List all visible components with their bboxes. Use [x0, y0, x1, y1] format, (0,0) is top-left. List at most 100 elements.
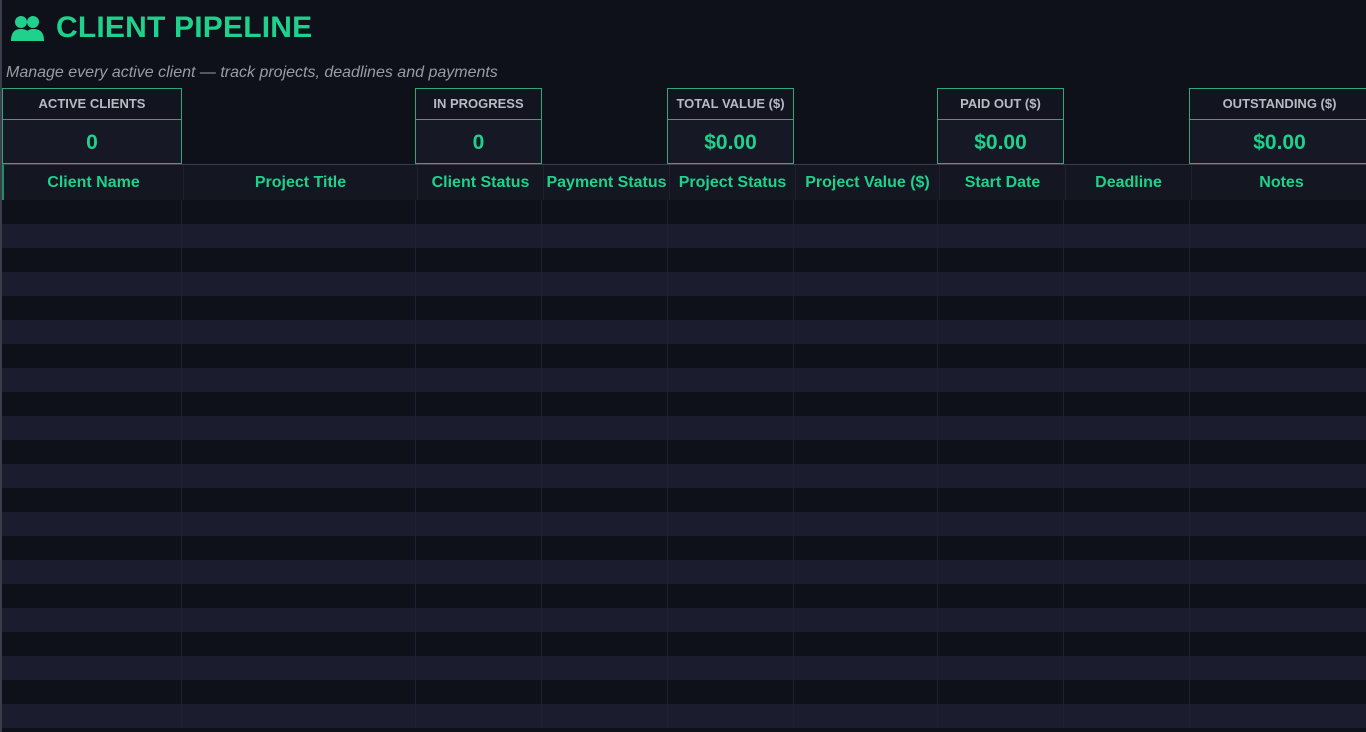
table-cell[interactable] [182, 392, 416, 416]
table-cell[interactable] [668, 632, 794, 656]
table-cell[interactable] [1064, 224, 1190, 248]
table-cell[interactable] [182, 536, 416, 560]
table-cell[interactable] [668, 392, 794, 416]
table-cell[interactable] [1190, 488, 1366, 512]
table-cell[interactable] [794, 416, 938, 440]
table-cell[interactable] [1064, 368, 1190, 392]
table-cell[interactable] [794, 464, 938, 488]
table-cell[interactable] [668, 512, 794, 536]
table-cell[interactable] [938, 608, 1064, 632]
table-cell[interactable] [2, 368, 182, 392]
table-cell[interactable] [182, 680, 416, 704]
table-cell[interactable] [1064, 440, 1190, 464]
table-cell[interactable] [416, 416, 542, 440]
table-cell[interactable] [416, 464, 542, 488]
table-cell[interactable] [668, 536, 794, 560]
table-cell[interactable] [794, 320, 938, 344]
table-cell[interactable] [668, 656, 794, 680]
table-cell[interactable] [182, 560, 416, 584]
table-cell[interactable] [416, 536, 542, 560]
column-header-client-name[interactable]: Client Name [4, 165, 184, 201]
table-cell[interactable] [2, 320, 182, 344]
table-cell[interactable] [542, 272, 668, 296]
table-cell[interactable] [182, 608, 416, 632]
table-cell[interactable] [668, 200, 794, 224]
table-cell[interactable] [416, 632, 542, 656]
table-cell[interactable] [182, 488, 416, 512]
table-cell[interactable] [1190, 656, 1366, 680]
table-cell[interactable] [1190, 320, 1366, 344]
table-cell[interactable] [416, 320, 542, 344]
table-cell[interactable] [2, 440, 182, 464]
table-cell[interactable] [2, 584, 182, 608]
table-cell[interactable] [794, 440, 938, 464]
table-cell[interactable] [794, 272, 938, 296]
table-cell[interactable] [2, 632, 182, 656]
table-cell[interactable] [2, 656, 182, 680]
table-cell[interactable] [1190, 296, 1366, 320]
table-cell[interactable] [416, 272, 542, 296]
table-cell[interactable] [938, 488, 1064, 512]
table-cell[interactable] [938, 200, 1064, 224]
table-cell[interactable] [542, 560, 668, 584]
table-cell[interactable] [794, 200, 938, 224]
table-cell[interactable] [542, 464, 668, 488]
table-cell[interactable] [182, 584, 416, 608]
table-cell[interactable] [542, 392, 668, 416]
table-cell[interactable] [182, 512, 416, 536]
table-cell[interactable] [542, 704, 668, 728]
table-cell[interactable] [794, 680, 938, 704]
table-cell[interactable] [668, 320, 794, 344]
table-cell[interactable] [542, 632, 668, 656]
table-cell[interactable] [938, 320, 1064, 344]
table-cell[interactable] [2, 296, 182, 320]
table-cell[interactable] [794, 296, 938, 320]
table-cell[interactable] [182, 296, 416, 320]
table-cell[interactable] [938, 392, 1064, 416]
table-cell[interactable] [1064, 704, 1190, 728]
table-cell[interactable] [1190, 632, 1366, 656]
table-cell[interactable] [416, 584, 542, 608]
table-cell[interactable] [794, 536, 938, 560]
table-cell[interactable] [182, 200, 416, 224]
table-cell[interactable] [1190, 584, 1366, 608]
table-cell[interactable] [182, 248, 416, 272]
kpi-paid-out[interactable]: PAID OUT ($) $0.00 [937, 88, 1064, 164]
kpi-outstanding[interactable]: OUTSTANDING ($) $0.00 [1189, 88, 1366, 164]
table-cell[interactable] [938, 416, 1064, 440]
table-cell[interactable] [668, 440, 794, 464]
table-cell[interactable] [794, 656, 938, 680]
table-cell[interactable] [794, 368, 938, 392]
table-cell[interactable] [668, 248, 794, 272]
table-cell[interactable] [1190, 704, 1366, 728]
table-cell[interactable] [1190, 416, 1366, 440]
table-cell[interactable] [542, 680, 668, 704]
table-cell[interactable] [938, 560, 1064, 584]
table-cell[interactable] [542, 200, 668, 224]
table-cell[interactable] [794, 632, 938, 656]
column-header-project-value[interactable]: Project Value ($) [796, 165, 940, 201]
table-cell[interactable] [182, 416, 416, 440]
table-cell[interactable] [542, 656, 668, 680]
table-cell[interactable] [542, 536, 668, 560]
table-cell[interactable] [2, 392, 182, 416]
table-cell[interactable] [1190, 464, 1366, 488]
table-cell[interactable] [542, 440, 668, 464]
table-cell[interactable] [2, 560, 182, 584]
table-cell[interactable] [2, 704, 182, 728]
table-cell[interactable] [1190, 200, 1366, 224]
table-cell[interactable] [794, 344, 938, 368]
table-cell[interactable] [1190, 392, 1366, 416]
table-cell[interactable] [938, 584, 1064, 608]
table-cell[interactable] [2, 416, 182, 440]
table-cell[interactable] [1064, 392, 1190, 416]
table-cell[interactable] [542, 248, 668, 272]
table-cell[interactable] [1190, 368, 1366, 392]
table-cell[interactable] [1064, 200, 1190, 224]
kpi-total-value[interactable]: TOTAL VALUE ($) $0.00 [667, 88, 794, 164]
table-cell[interactable] [182, 368, 416, 392]
table-cell[interactable] [938, 248, 1064, 272]
table-cell[interactable] [2, 608, 182, 632]
table-cell[interactable] [668, 488, 794, 512]
table-cell[interactable] [668, 584, 794, 608]
